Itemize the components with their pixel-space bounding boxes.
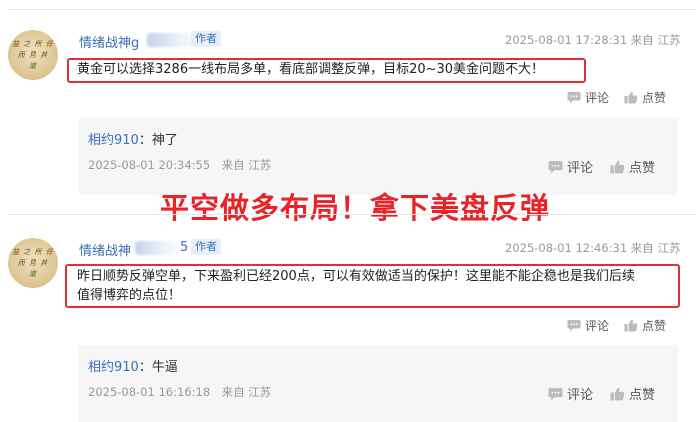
reply-box: 相约910：牛逼 2025-08-01 16:16:18 来自 江苏 评论 点赞 bbox=[79, 345, 678, 422]
author-name-suffix: 5 bbox=[180, 240, 189, 255]
like-button[interactable]: 点赞 bbox=[624, 89, 666, 106]
reply-like-button[interactable]: 点赞 bbox=[610, 384, 655, 403]
reply-comment-label: 评论 bbox=[567, 161, 594, 176]
reply-comment-button[interactable]: 评论 bbox=[548, 384, 593, 403]
thumbs-up-icon bbox=[624, 91, 638, 104]
author-badge: 作者 bbox=[191, 31, 221, 47]
comment-bubble-icon bbox=[567, 320, 581, 332]
overlay-headline: 平空做多布局！拿下美盘反弹 bbox=[160, 191, 551, 225]
reply-like-button[interactable]: 点赞 bbox=[610, 157, 655, 176]
comment-meta: 2025-08-01 12:46:31 来自 江苏 bbox=[505, 241, 681, 255]
reply-user[interactable]: 相约910 bbox=[88, 360, 139, 375]
avatar[interactable]: 益 之 所 任 而 見 其 道 bbox=[8, 30, 58, 80]
reply-line: 相约910：牛逼 bbox=[88, 356, 178, 375]
comment-content-line-2: 值得博弈的点位！ bbox=[77, 288, 182, 303]
author-badge: 作者 bbox=[191, 239, 221, 255]
reply-meta: 2025-08-01 20:34:55 来自 江苏 bbox=[88, 158, 272, 172]
comment-divider bbox=[8, 214, 696, 215]
reply-box: 相约910：神了 2025-08-01 20:34:55 来自 江苏 评论 点赞 bbox=[79, 118, 678, 195]
comment-content-line-1: 昨日顺势反弹空单，下来盈利已经200点，可以有效做适当的保护！这里能不能企稳也是… bbox=[77, 269, 635, 284]
comment-button-label: 评论 bbox=[585, 319, 610, 333]
reply-meta: 2025-08-01 16:16:18 来自 江苏 bbox=[88, 385, 272, 399]
like-button[interactable]: 点赞 bbox=[624, 317, 666, 334]
comment-button[interactable]: 评论 bbox=[567, 317, 609, 334]
comment-meta: 2025-08-01 17:28:31 来自 江苏 bbox=[505, 33, 681, 47]
reply-line: 相约910：神了 bbox=[88, 129, 178, 148]
comment-bubble-icon bbox=[567, 92, 581, 104]
top-divider bbox=[8, 9, 696, 10]
author-name[interactable]: 情绪战神g bbox=[79, 32, 139, 51]
reply-like-label: 点赞 bbox=[629, 388, 656, 403]
thumbs-up-icon bbox=[610, 387, 625, 400]
comment-bubble-icon bbox=[548, 387, 563, 400]
reply-comment-label: 评论 bbox=[567, 388, 594, 403]
comment-content: 黄金可以选择3286一线布局多单，看底部调整反弹，目标20~30美金问题不大！ bbox=[77, 62, 545, 77]
reply-text: ：牛逼 bbox=[138, 360, 178, 375]
thumbs-up-icon bbox=[624, 319, 638, 332]
name-redaction bbox=[135, 241, 183, 255]
comment-bubble-icon bbox=[548, 160, 563, 173]
comment-button-label: 评论 bbox=[585, 91, 610, 105]
avatar-seal: 益 之 所 任 而 見 其 道 bbox=[12, 248, 54, 278]
avatar-seal: 益 之 所 任 而 見 其 道 bbox=[12, 40, 54, 70]
comment-content-highlight: 黄金可以选择3286一线布局多单，看底部调整反弹，目标20~30美金问题不大！ bbox=[67, 58, 586, 83]
comment-button[interactable]: 评论 bbox=[567, 89, 609, 106]
like-button-label: 点赞 bbox=[642, 319, 667, 333]
author-name[interactable]: 情绪战神 bbox=[79, 240, 131, 259]
reply-user[interactable]: 相约910 bbox=[88, 133, 139, 148]
avatar[interactable]: 益 之 所 任 而 見 其 道 bbox=[8, 238, 58, 288]
like-button-label: 点赞 bbox=[642, 91, 667, 105]
reply-comment-button[interactable]: 评论 bbox=[548, 157, 593, 176]
thumbs-up-icon bbox=[610, 160, 625, 173]
reply-like-label: 点赞 bbox=[629, 161, 656, 176]
reply-text: ：神了 bbox=[138, 133, 178, 148]
comment-content-highlight: 昨日顺势反弹空单，下来盈利已经200点，可以有效做适当的保护！这里能不能企稳也是… bbox=[65, 264, 680, 308]
